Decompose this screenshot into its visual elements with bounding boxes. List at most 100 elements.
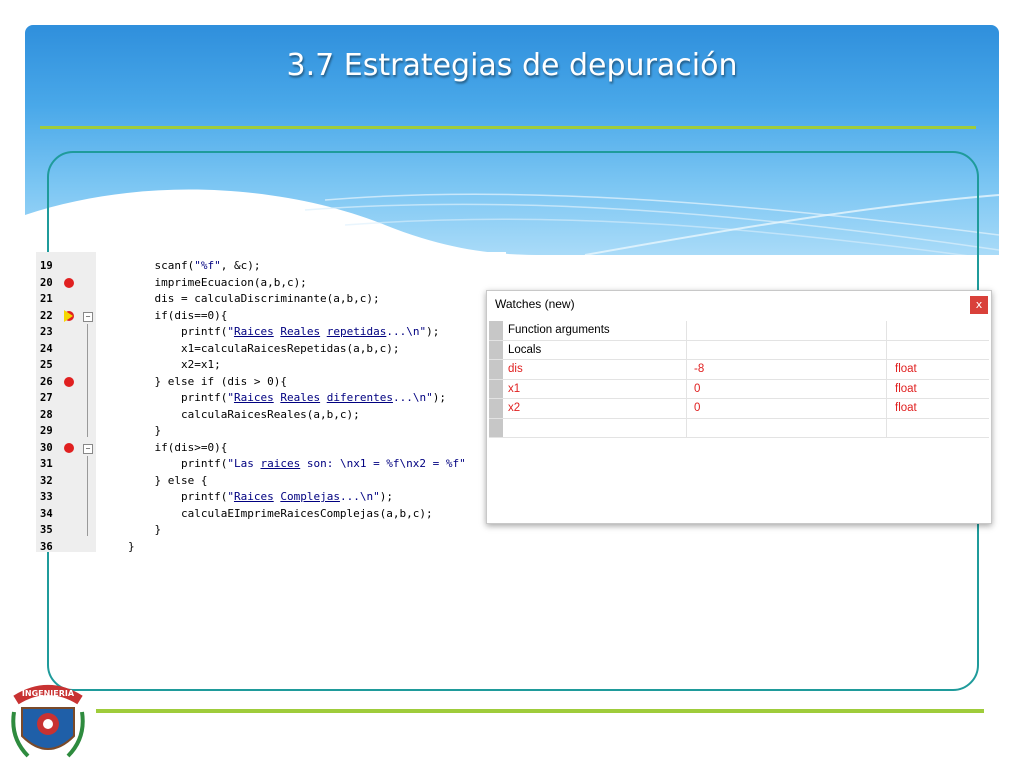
watches-grid: Function arguments Locals dis -8 float x1 0 flo… [489, 321, 989, 438]
watch-name[interactable]: Locals [508, 340, 687, 359]
code-text: imprimeEcuacion(a,b,c); [128, 275, 307, 289]
code-line[interactable]: 34 calculaEImprimeRaicesComplejas(a,b,c)… [36, 506, 506, 523]
code-editor[interactable]: 19 scanf("%f", &c); 20 imprimeEcuacion(a,… [36, 252, 506, 552]
code-text: printf("Raices Complejas...\n"); [128, 490, 393, 503]
code-line[interactable]: 36} [36, 539, 506, 553]
line-number[interactable]: 36 [40, 539, 64, 553]
code-line[interactable]: 26 } else if (dis > 0){ [36, 374, 506, 391]
watch-row[interactable]: Locals [489, 340, 989, 360]
code-line[interactable]: 24 x1=calculaRaicesRepetidas(a,b,c); [36, 341, 506, 358]
close-button[interactable]: x [970, 296, 988, 314]
watch-name[interactable]: x1 [508, 379, 687, 398]
code-line[interactable]: 22 − if(dis==0){ [36, 308, 506, 325]
watch-value[interactable]: -8 [694, 360, 887, 379]
code-line[interactable]: 35 } [36, 522, 506, 539]
line-number[interactable]: 33 [40, 489, 64, 506]
code-line[interactable]: 28 calculaRaicesReales(a,b,c); [36, 407, 506, 424]
ingenieria-logo: INGENIERIA [8, 678, 88, 764]
code-line[interactable]: 30 − if(dis>=0){ [36, 440, 506, 457]
watch-type[interactable] [895, 341, 985, 360]
row-selector[interactable] [489, 321, 503, 340]
watches-title: Watches (new) [495, 297, 575, 311]
watch-row[interactable] [489, 418, 989, 438]
code-text: } else if (dis > 0){ [128, 374, 287, 388]
code-line[interactable]: 33 printf("Raices Complejas...\n"); [36, 489, 506, 506]
code-text: dis = calculaDiscriminante(a,b,c); [128, 292, 380, 305]
watch-type[interactable] [895, 321, 985, 340]
row-selector[interactable] [489, 418, 503, 437]
watch-row[interactable]: dis -8 float [489, 360, 989, 380]
line-number[interactable]: 35 [40, 522, 64, 539]
watch-type[interactable] [895, 419, 985, 438]
line-number[interactable]: 31 [40, 456, 64, 473]
code-line[interactable]: 21 dis = calculaDiscriminante(a,b,c); [36, 291, 506, 308]
code-text: calculaRaicesReales(a,b,c); [128, 407, 360, 421]
slide-title: 3.7 Estrategias de depuración [286, 48, 738, 83]
line-number[interactable]: 21 [40, 291, 64, 308]
watch-value[interactable] [694, 418, 887, 437]
code-text: if(dis>=0){ [128, 440, 228, 454]
row-selector[interactable] [489, 360, 503, 379]
code-line[interactable]: 25 x2=x1; [36, 357, 506, 374]
line-number[interactable]: 25 [40, 357, 64, 374]
footer-rule [96, 709, 984, 713]
watch-name[interactable] [508, 418, 687, 437]
watch-name[interactable]: dis [508, 360, 687, 379]
watch-value[interactable] [694, 321, 887, 340]
watch-row[interactable]: x1 0 float [489, 379, 989, 399]
line-number[interactable]: 30 [40, 440, 64, 457]
code-text: } [128, 523, 162, 536]
line-number[interactable]: 27 [40, 390, 64, 407]
line-number[interactable]: 24 [40, 341, 64, 358]
code-text: calculaEImprimeRaicesComplejas(a,b,c); [128, 506, 433, 520]
code-text: } [128, 424, 162, 437]
watch-type[interactable]: float [895, 380, 985, 399]
watch-row[interactable]: Function arguments [489, 321, 989, 341]
code-text: printf("Las raices son: \nx1 = %f\nx2 = … [128, 457, 466, 470]
line-number[interactable]: 26 [40, 374, 64, 391]
watch-value[interactable]: 0 [694, 379, 887, 398]
code-line[interactable]: 23 printf("Raices Reales repetidas...\n"… [36, 324, 506, 341]
code-line[interactable]: 32 } else { [36, 473, 506, 490]
watch-value[interactable]: 0 [694, 399, 887, 418]
row-selector[interactable] [489, 340, 503, 359]
breakpoint-icon[interactable] [64, 376, 74, 387]
current-line-arrow-icon [64, 309, 73, 322]
code-text: } [128, 539, 135, 553]
collapse-icon[interactable]: − [83, 443, 93, 454]
code-line[interactable]: 20 imprimeEcuacion(a,b,c); [36, 275, 506, 292]
watch-name[interactable]: Function arguments [508, 321, 687, 340]
code-text: x1=calculaRaicesRepetidas(a,b,c); [128, 341, 400, 355]
code-line[interactable]: 27 printf("Raices Reales diferentes...\n… [36, 390, 506, 407]
code-text: } else { [128, 473, 208, 487]
breakpoint-icon[interactable] [64, 277, 74, 288]
watches-window[interactable]: Watches (new) x Function arguments Locals… [486, 290, 992, 524]
line-number[interactable]: 20 [40, 275, 64, 292]
code-line[interactable]: 31 printf("Las raices son: \nx1 = %f\nx2… [36, 456, 506, 473]
line-number[interactable]: 29 [40, 423, 64, 440]
title-underline [40, 126, 976, 129]
logo-lettering: INGENIERIA [22, 689, 75, 698]
code-text: printf("Raices Reales diferentes...\n"); [128, 391, 446, 404]
code-text: if(dis==0){ [128, 308, 228, 322]
code-text: x2=x1; [128, 358, 221, 371]
code-line[interactable]: 29 } [36, 423, 506, 440]
collapse-icon[interactable]: − [83, 311, 93, 322]
code-text: scanf("%f", &c); [128, 259, 261, 272]
row-selector[interactable] [489, 379, 503, 398]
watch-value[interactable] [694, 340, 887, 359]
watch-type[interactable]: float [895, 399, 985, 418]
code-line[interactable]: 19 scanf("%f", &c); [36, 258, 506, 275]
line-number[interactable]: 23 [40, 324, 64, 341]
breakpoint-icon[interactable] [64, 442, 74, 453]
watch-row[interactable]: x2 0 float [489, 399, 989, 419]
line-number[interactable]: 28 [40, 407, 64, 424]
line-number[interactable]: 22 [40, 308, 64, 325]
code-text: printf("Raices Reales repetidas...\n"); [128, 325, 440, 338]
watch-type[interactable]: float [895, 360, 985, 379]
watch-name[interactable]: x2 [508, 399, 687, 418]
row-selector[interactable] [489, 399, 503, 418]
line-number[interactable]: 34 [40, 506, 64, 523]
line-number[interactable]: 19 [40, 258, 64, 275]
line-number[interactable]: 32 [40, 473, 64, 490]
